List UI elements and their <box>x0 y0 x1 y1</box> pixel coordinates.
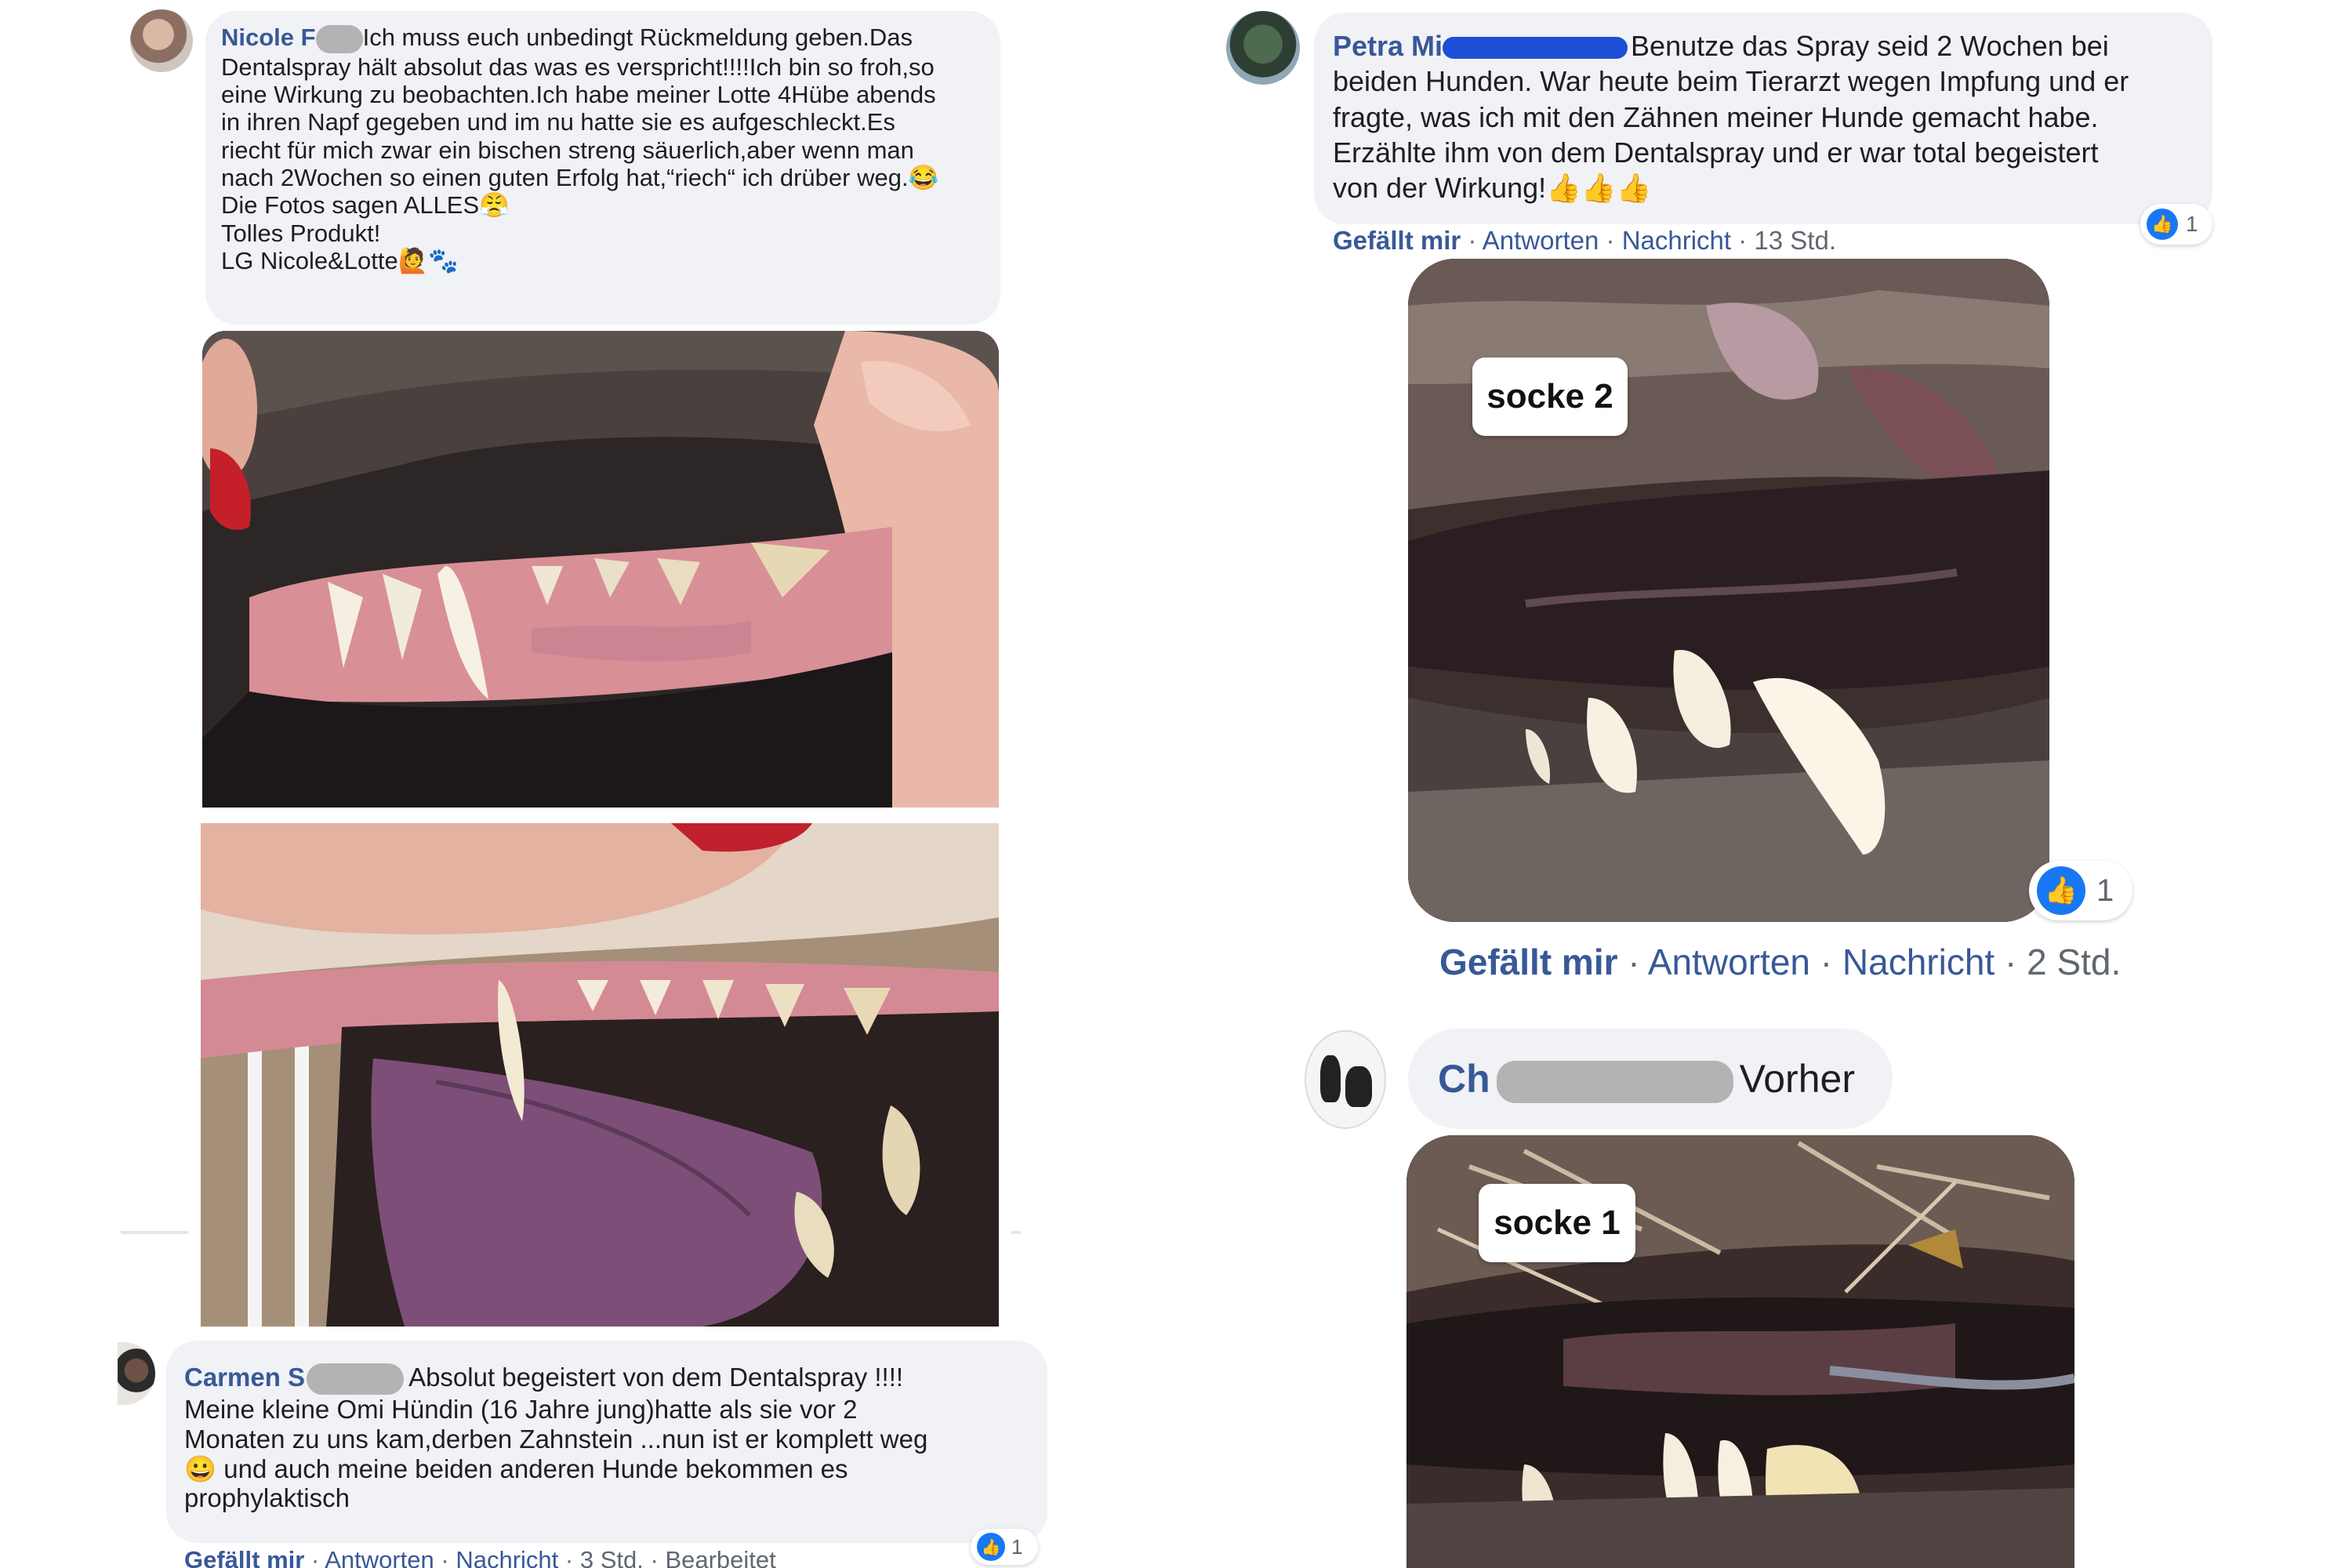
comment-line: Tolles Produkt! <box>221 219 381 247</box>
divider-line <box>121 1231 188 1234</box>
redaction-blur <box>315 24 363 53</box>
photo-actions: Gefällt mir · Antworten · Nachricht · 2 … <box>1439 941 2121 983</box>
timestamp[interactable]: 3 Std. <box>580 1546 644 1568</box>
timestamp[interactable]: 13 Std. <box>1754 226 1836 255</box>
separator: · <box>1468 226 1477 255</box>
thumbs-up-icon: 👍 <box>2037 866 2085 915</box>
reaction-count-label: 1 <box>2186 212 2198 236</box>
dog-silhouette-icon <box>1320 1055 1341 1102</box>
separator: · <box>441 1546 449 1568</box>
like-link[interactable]: Gefällt mir <box>1333 226 1461 255</box>
avatar[interactable] <box>130 9 193 72</box>
separator: · <box>564 1546 574 1568</box>
comment-line: Vorher <box>1739 1057 1855 1101</box>
comment-actions: Gefällt mir · Antworten · Nachricht · 13… <box>1333 226 1836 256</box>
like-link[interactable]: Gefällt mir <box>184 1546 304 1568</box>
photo-label: socke 2 <box>1472 358 1628 436</box>
comment-line: Dentalspray hält absolut das was es vers… <box>221 53 935 81</box>
thumbs-up-icon: 👍 <box>2147 209 2178 240</box>
comment-line: prophylaktisch <box>184 1483 350 1513</box>
comment-line: Erzählte ihm von dem Dentalspray und er … <box>1333 136 2099 169</box>
comment-line: Monaten zu uns kam,derben Zahnstein ...n… <box>184 1424 928 1454</box>
comment-line: Meine kleine Omi Hündin (16 Jahre jung)h… <box>184 1395 858 1425</box>
redaction-blur <box>1496 1060 1733 1103</box>
divider-line <box>1011 1231 1021 1234</box>
dog-teeth-photo-2[interactable] <box>201 823 999 1327</box>
comment-line: Die Fotos sagen ALLES😤 <box>221 191 510 220</box>
commenter-name[interactable]: Carmen S <box>184 1363 305 1392</box>
reaction-count-label: 1 <box>1011 1534 1023 1559</box>
comment-line: eine Wirkung zu beobachten.Ich habe mein… <box>221 81 936 109</box>
comment-line: in ihren Napf gegeben und im nu hatte si… <box>221 108 895 136</box>
message-link[interactable]: Nachricht <box>456 1546 558 1568</box>
separator: · <box>2004 942 2017 982</box>
comment-text: Nicole F Ich muss euch unbedingt Rückmeld… <box>221 24 989 274</box>
separator: · <box>1628 942 1640 982</box>
dog-teeth-illustration <box>202 331 999 808</box>
comment-line: 😀 und auch meine beiden anderen Hunde be… <box>184 1454 848 1483</box>
thumbs-up-icon: 👍 <box>977 1533 1005 1561</box>
separator: · <box>310 1546 320 1568</box>
photo-label: socke 1 <box>1479 1184 1635 1262</box>
avatar[interactable] <box>118 1342 155 1405</box>
comment-line: riecht für mich zwar ein bischen streng … <box>221 136 914 164</box>
dog-teeth-photo-socke-2[interactable]: socke 2 <box>1408 259 2049 922</box>
comment-text: Carmen S Absolut begeistert von dem Denta… <box>184 1363 1039 1513</box>
commenter-name[interactable]: Petra Mi <box>1333 30 1443 62</box>
dog-silhouette-icon <box>1345 1066 1372 1107</box>
commenter-name[interactable]: Nicole F <box>221 24 316 51</box>
reply-link[interactable]: Antworten <box>1648 942 1810 982</box>
comment-actions: Gefällt mir · Antworten · Nachricht · 3 … <box>184 1546 776 1568</box>
separator: · <box>1606 226 1615 255</box>
comment-text: Ch Vorher <box>1438 1057 1877 1103</box>
comment-line: fragte, was ich mit den Zähnen meiner Hu… <box>1333 100 2099 133</box>
timestamp[interactable]: 2 Std. <box>2027 942 2121 982</box>
reaction-count[interactable]: 👍 1 <box>2029 861 2132 920</box>
reply-link[interactable]: Antworten <box>1483 226 1599 255</box>
edited-label: Bearbeitet <box>665 1546 776 1568</box>
comment-line: LG Nicole&Lotte🙋🐾 <box>221 247 459 275</box>
reaction-count[interactable]: 👍 1 <box>971 1529 1038 1565</box>
redaction-blur <box>307 1363 405 1396</box>
comment-line: nach 2Wochen so einen guten Erfolg hat,“… <box>221 164 939 192</box>
commenter-name[interactable]: Ch <box>1438 1057 1490 1101</box>
dog-teeth-illustration <box>201 823 999 1327</box>
comment-line: Ich muss euch unbedingt Rückmeldung gebe… <box>362 24 913 51</box>
separator: · <box>1738 226 1748 255</box>
message-link[interactable]: Nachricht <box>1842 942 1994 982</box>
separator: · <box>1820 942 1833 982</box>
message-link[interactable]: Nachricht <box>1622 226 1731 255</box>
avatar[interactable] <box>1226 11 1300 85</box>
dog-teeth-photo-1[interactable] <box>202 331 999 808</box>
comment-text: Petra Mi Benutze das Spray seid 2 Wochen … <box>1333 28 2203 206</box>
comment-line: von der Wirkung!👍👍👍 <box>1333 172 1652 205</box>
reply-link[interactable]: Antworten <box>325 1546 434 1568</box>
reaction-count[interactable]: 👍 1 <box>2140 204 2212 245</box>
separator: · <box>650 1546 659 1568</box>
comment-line: beiden Hunden. War heute beim Tierarzt w… <box>1333 65 2129 98</box>
reaction-count-label: 1 <box>2096 873 2114 908</box>
like-link[interactable]: Gefällt mir <box>1439 942 1618 982</box>
redaction-blur <box>1443 37 1628 60</box>
comment-line: Absolut begeistert von dem Dentalspray !… <box>408 1363 904 1392</box>
comment-line: Benutze das Spray seid 2 Wochen bei <box>1631 30 2109 62</box>
avatar[interactable] <box>1305 1030 1386 1129</box>
dog-teeth-photo-socke-1[interactable]: socke 1 <box>1406 1135 2074 1568</box>
